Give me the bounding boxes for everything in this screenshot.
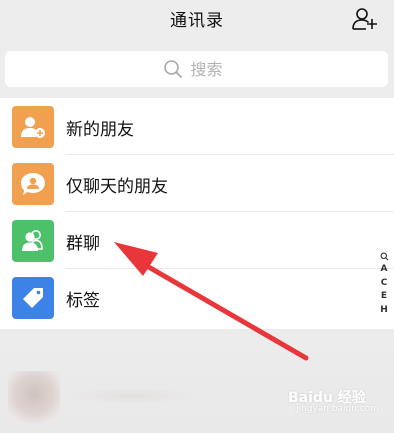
alphabet-index-bar[interactable]: A C E H [377, 250, 391, 317]
search-bar[interactable] [5, 51, 388, 87]
watermark-sub: jingyan.baidu.com [296, 404, 380, 414]
list-item-group-chats[interactable]: 群聊 [0, 212, 394, 269]
index-letter[interactable]: E [381, 290, 387, 304]
group-chat-icon [12, 220, 54, 262]
index-letter[interactable]: C [381, 277, 388, 291]
top-bar: 通讯录 [0, 0, 394, 40]
index-search-icon[interactable] [380, 252, 389, 261]
index-letter[interactable]: H [380, 304, 388, 318]
list-item-chat-only-friends[interactable]: 仅聊天的朋友 [0, 155, 394, 212]
add-friend-icon [352, 8, 377, 30]
chat-only-friend-icon [12, 163, 54, 205]
tag-icon [12, 277, 54, 319]
list-item-new-friends[interactable]: 新的朋友 [0, 98, 394, 155]
page-title: 通讯录 [170, 11, 224, 31]
list-item-label: 仅聊天的朋友 [66, 177, 168, 197]
blurred-contact-name [72, 389, 192, 403]
blurred-contact-area [0, 329, 394, 433]
search-icon [163, 60, 182, 78]
list-item-label: 群聊 [66, 234, 100, 254]
search-area [0, 40, 394, 98]
baidu-watermark: Baidu 经验 jingyan.baidu.com [278, 387, 380, 415]
search-input[interactable] [190, 59, 231, 79]
blurred-avatar [8, 371, 60, 423]
new-friend-icon [12, 106, 54, 148]
add-friend-button[interactable] [352, 6, 378, 32]
index-letter[interactable]: A [381, 263, 388, 277]
contacts-function-list: 新的朋友 仅聊天的朋友 群聊 标签 [0, 98, 394, 329]
list-item-label: 新的朋友 [66, 120, 134, 140]
list-item-label: 标签 [66, 291, 100, 311]
list-item-tags[interactable]: 标签 [0, 269, 394, 326]
